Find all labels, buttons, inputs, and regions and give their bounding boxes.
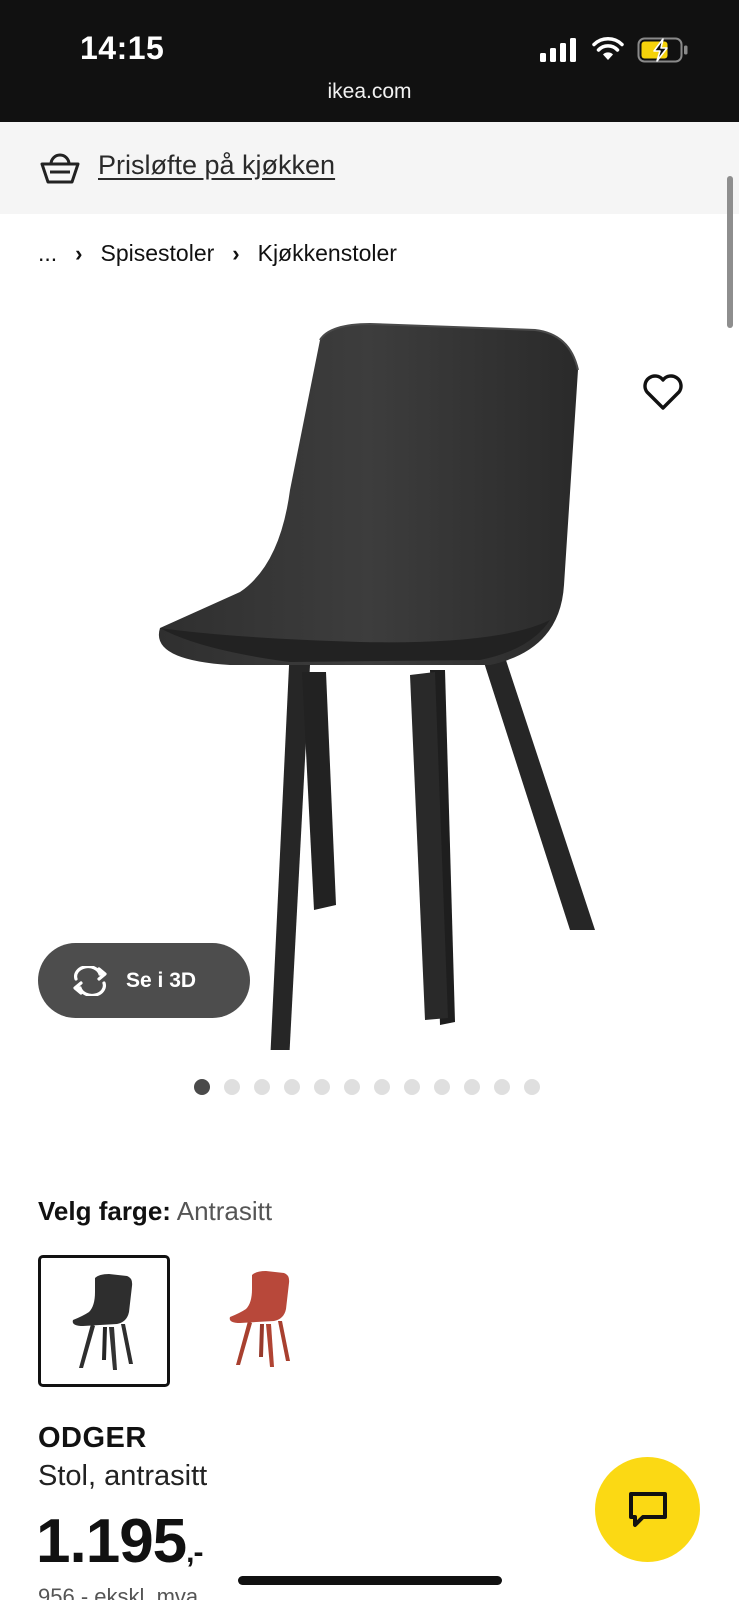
carousel-dot[interactable] xyxy=(224,1079,240,1095)
heart-icon[interactable] xyxy=(642,372,684,412)
breadcrumb-ellipsis[interactable]: ... xyxy=(38,240,57,267)
carousel-dot[interactable] xyxy=(284,1079,300,1095)
scrollbar-thumb[interactable] xyxy=(727,176,733,328)
breadcrumb-item-kjokkenstoler[interactable]: Kjøkkenstoler xyxy=(258,240,397,267)
product-name: ODGER xyxy=(38,1422,147,1454)
breadcrumb: ... › Spisestoler › Kjøkkenstoler xyxy=(38,240,397,267)
wifi-icon xyxy=(592,37,624,60)
color-swatch-antrasitt[interactable] xyxy=(38,1255,170,1387)
view-3d-button[interactable]: Se i 3D xyxy=(38,943,250,1018)
color-swatch-rod[interactable] xyxy=(198,1255,330,1387)
home-indicator[interactable] xyxy=(238,1576,502,1585)
carousel-dot[interactable] xyxy=(434,1079,450,1095)
carousel-dot[interactable] xyxy=(314,1079,330,1095)
promo-banner[interactable]: Prisløfte på kjøkken xyxy=(0,122,739,214)
color-label-value: Antrasitt xyxy=(176,1196,273,1226)
status-time: 14:15 xyxy=(80,30,165,66)
carousel-dot[interactable] xyxy=(404,1079,420,1095)
price-value: 1.195 xyxy=(36,1507,187,1576)
basket-icon xyxy=(40,153,80,184)
status-bar: 14:15 ikea.com xyxy=(0,0,739,122)
carousel-dot[interactable] xyxy=(374,1079,390,1095)
signal-icon xyxy=(540,38,576,62)
carousel-dots[interactable] xyxy=(194,1079,540,1095)
chevron-right-icon: › xyxy=(232,240,240,266)
product-price: 1.195,- xyxy=(36,1506,204,1577)
carousel-dot[interactable] xyxy=(524,1079,540,1095)
chair-thumbnail-antrasitt xyxy=(72,1274,133,1370)
chair-image[interactable] xyxy=(140,320,600,1050)
price-ex-vat: 956,- ekskl. mva xyxy=(38,1584,199,1600)
battery-charging-icon xyxy=(637,37,688,63)
rotate-3d-icon xyxy=(73,965,107,996)
breadcrumb-item-spisestoler[interactable]: Spisestoler xyxy=(101,240,215,267)
carousel-dot[interactable] xyxy=(194,1079,210,1095)
carousel-dot[interactable] xyxy=(464,1079,480,1095)
chevron-right-icon: › xyxy=(75,240,83,266)
carousel-dot[interactable] xyxy=(494,1079,510,1095)
carousel-dot[interactable] xyxy=(344,1079,360,1095)
product-description: Stol, antrasitt xyxy=(38,1460,208,1492)
price-suffix: ,- xyxy=(186,1536,203,1569)
chair-thumbnail-red xyxy=(229,1271,290,1367)
color-label-title: Velg farge: xyxy=(38,1196,171,1226)
view-3d-label: Se i 3D xyxy=(126,968,197,992)
promo-link[interactable]: Prisløfte på kjøkken xyxy=(98,150,335,181)
chat-button[interactable] xyxy=(595,1457,700,1562)
color-label: Velg farge: Antrasitt xyxy=(38,1196,272,1227)
carousel-dot[interactable] xyxy=(254,1079,270,1095)
chat-icon xyxy=(628,1491,667,1527)
url-bar[interactable]: ikea.com xyxy=(0,80,739,104)
